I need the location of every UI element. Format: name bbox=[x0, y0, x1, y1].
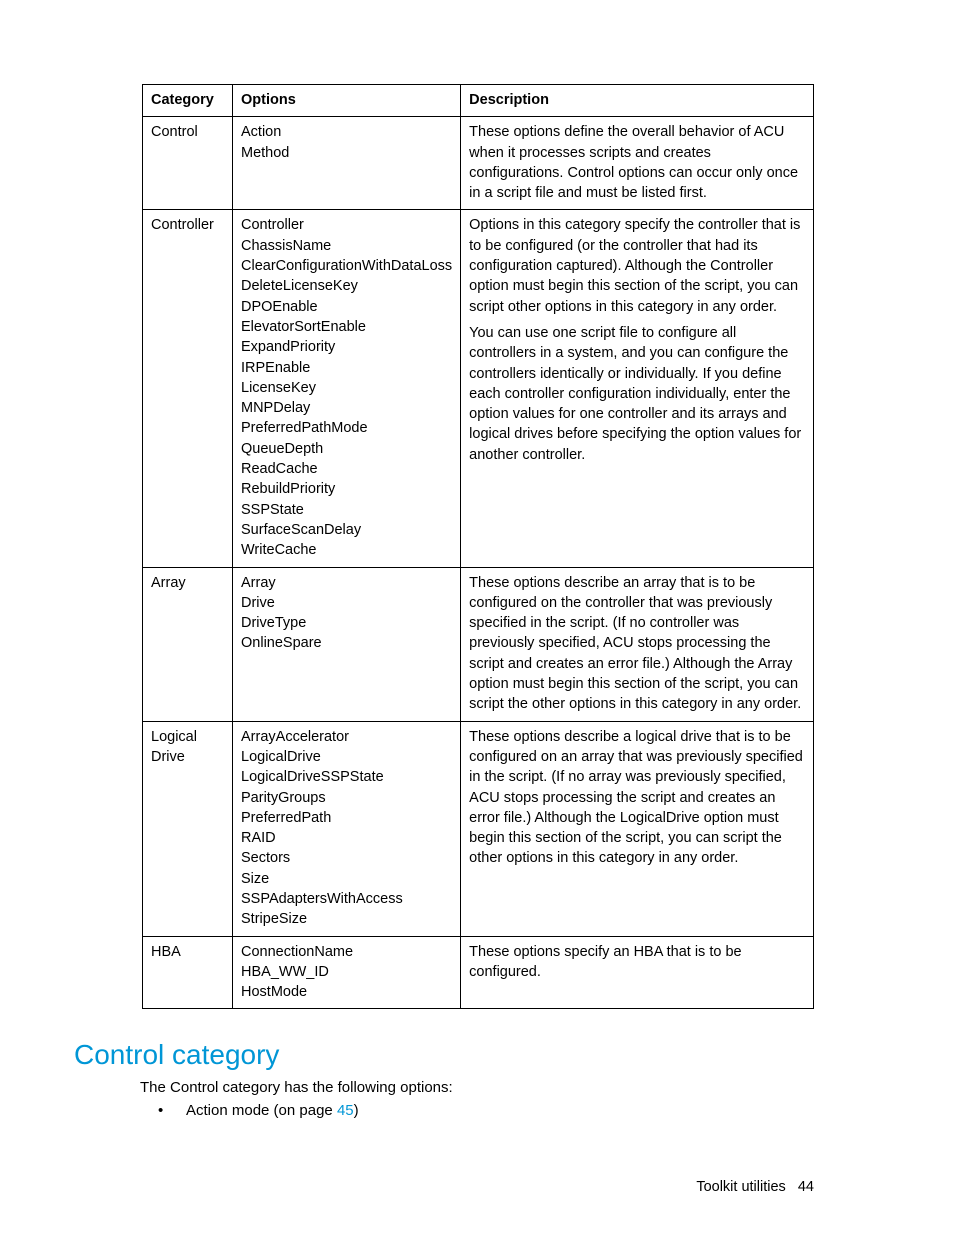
list-item: Action mode (on page 45) bbox=[140, 1102, 814, 1119]
cell-category: Controller bbox=[143, 210, 233, 567]
header-options: Options bbox=[233, 85, 461, 117]
cell-category: Array bbox=[143, 567, 233, 721]
option-item: Array bbox=[241, 573, 452, 593]
cell-description: These options describe an array that is … bbox=[461, 567, 814, 721]
options-table: Category Options Description ControlActi… bbox=[142, 84, 814, 1009]
option-item: StripeSize bbox=[241, 909, 452, 929]
description-paragraph: You can use one script file to configure… bbox=[469, 325, 801, 463]
cell-category: Control bbox=[143, 117, 233, 210]
bullet-text-suffix: ) bbox=[354, 1102, 359, 1119]
section-intro: The Control category has the following o… bbox=[140, 1079, 814, 1096]
footer-label: Toolkit utilities bbox=[696, 1179, 785, 1195]
cell-category: Logical Drive bbox=[143, 721, 233, 936]
table-row: ArrayArrayDriveDriveTypeOnlineSpareThese… bbox=[143, 567, 814, 721]
header-description: Description bbox=[461, 85, 814, 117]
option-item: Action bbox=[241, 122, 452, 142]
option-item: Size bbox=[241, 869, 452, 889]
option-item: PreferredPathMode bbox=[241, 418, 452, 438]
page-link[interactable]: 45 bbox=[337, 1102, 354, 1119]
option-item: LicenseKey bbox=[241, 378, 452, 398]
cell-description: These options describe a logical drive t… bbox=[461, 721, 814, 936]
cell-options: ActionMethod bbox=[233, 117, 461, 210]
option-item: SSPState bbox=[241, 500, 452, 520]
section-heading-control-category: Control category bbox=[74, 1039, 814, 1071]
option-item: LogicalDriveSSPState bbox=[241, 767, 452, 787]
option-item: ReadCache bbox=[241, 459, 452, 479]
description-paragraph: These options define the overall behavio… bbox=[469, 124, 798, 201]
option-item: SurfaceScanDelay bbox=[241, 520, 452, 540]
option-item: DriveType bbox=[241, 613, 452, 633]
option-item: IRPEnable bbox=[241, 358, 452, 378]
cell-options: ArrayDriveDriveTypeOnlineSpare bbox=[233, 567, 461, 721]
option-item: ArrayAccelerator bbox=[241, 727, 452, 747]
bullet-text-prefix: Action mode (on page bbox=[186, 1102, 337, 1119]
option-item: LogicalDrive bbox=[241, 747, 452, 767]
option-item: ConnectionName bbox=[241, 942, 452, 962]
footer-page-number: 44 bbox=[798, 1179, 814, 1195]
cell-description: These options specify an HBA that is to … bbox=[461, 936, 814, 1009]
header-category: Category bbox=[143, 85, 233, 117]
option-item: ChassisName bbox=[241, 236, 452, 256]
option-item: ElevatorSortEnable bbox=[241, 317, 452, 337]
option-item: Controller bbox=[241, 215, 452, 235]
cell-options: ConnectionNameHBA_WW_IDHostMode bbox=[233, 936, 461, 1009]
option-item: Drive bbox=[241, 593, 452, 613]
option-item: ParityGroups bbox=[241, 788, 452, 808]
table-row: ControlActionMethodThese options define … bbox=[143, 117, 814, 210]
description-paragraph: These options specify an HBA that is to … bbox=[469, 944, 741, 980]
table-row: HBAConnectionNameHBA_WW_IDHostModeThese … bbox=[143, 936, 814, 1009]
option-item: HBA_WW_ID bbox=[241, 962, 452, 982]
description-paragraph: These options describe a logical drive t… bbox=[469, 729, 803, 867]
option-item: Method bbox=[241, 143, 452, 163]
cell-options: ArrayAcceleratorLogicalDriveLogicalDrive… bbox=[233, 721, 461, 936]
table-row: Logical DriveArrayAcceleratorLogicalDriv… bbox=[143, 721, 814, 936]
option-item: OnlineSpare bbox=[241, 633, 452, 653]
option-item: ExpandPriority bbox=[241, 337, 452, 357]
option-item: DeleteLicenseKey bbox=[241, 276, 452, 296]
description-paragraph: These options describe an array that is … bbox=[469, 575, 801, 713]
table-row: ControllerControllerChassisNameClearConf… bbox=[143, 210, 814, 567]
page-footer: Toolkit utilities 44 bbox=[696, 1179, 814, 1195]
cell-category: HBA bbox=[143, 936, 233, 1009]
option-item: Sectors bbox=[241, 848, 452, 868]
cell-description: Options in this category specify the con… bbox=[461, 210, 814, 567]
option-item: RebuildPriority bbox=[241, 479, 452, 499]
option-item: MNPDelay bbox=[241, 398, 452, 418]
option-item: DPOEnable bbox=[241, 297, 452, 317]
description-paragraph: Options in this category specify the con… bbox=[469, 217, 800, 314]
option-item: HostMode bbox=[241, 982, 452, 1002]
option-item: PreferredPath bbox=[241, 808, 452, 828]
option-item: ClearConfigurationWithDataLoss bbox=[241, 256, 452, 276]
cell-options: ControllerChassisNameClearConfigurationW… bbox=[233, 210, 461, 567]
option-item: QueueDepth bbox=[241, 439, 452, 459]
option-item: RAID bbox=[241, 828, 452, 848]
option-item: WriteCache bbox=[241, 540, 452, 560]
table-header-row: Category Options Description bbox=[143, 85, 814, 117]
option-item: SSPAdaptersWithAccess bbox=[241, 889, 452, 909]
cell-description: These options define the overall behavio… bbox=[461, 117, 814, 210]
